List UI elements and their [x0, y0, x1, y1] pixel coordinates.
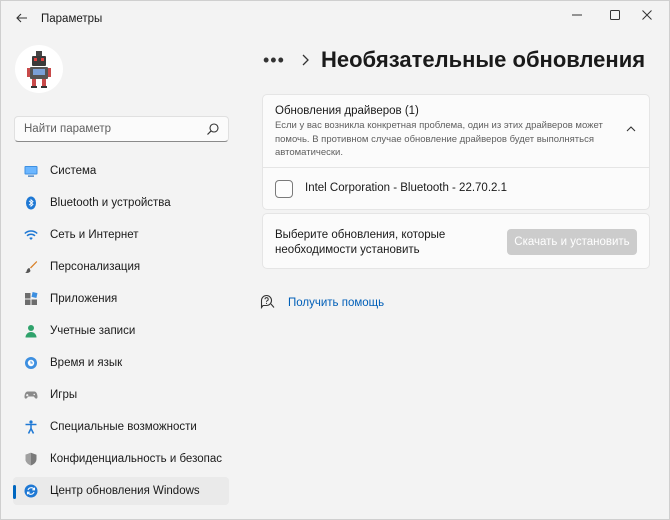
sidebar-item-label: Персонализация [50, 261, 141, 273]
sidebar-item-label: Сеть и Интернет [50, 229, 139, 241]
sidebar-item-privacy[interactable]: Конфиденциальность и безопас [13, 445, 229, 473]
minimize-button[interactable] [557, 5, 597, 25]
minimize-icon [572, 14, 582, 16]
sidebar-item-label: Учетные записи [50, 325, 136, 337]
close-button[interactable] [627, 5, 667, 25]
download-install-button[interactable]: Скачать и установить [507, 229, 637, 255]
search-placeholder: Найти параметр [24, 123, 112, 135]
shield-icon [25, 452, 37, 466]
back-button[interactable] [11, 8, 33, 28]
driver-name: Intel Corporation - Bluetooth - 22.70.2.… [305, 182, 508, 194]
system-icon [24, 166, 38, 177]
install-updates-card: Выберите обновления, которые необходимос… [262, 213, 650, 269]
driver-updates-card: Обновления драйверов (1) Если у вас возн… [262, 94, 650, 210]
bluetooth-icon [26, 196, 36, 210]
robot-avatar-icon [27, 51, 51, 88]
chevron-right-icon [302, 54, 309, 66]
sidebar-item-accessibility[interactable]: Специальные возможности [13, 413, 229, 441]
sidebar-item-label: Время и язык [50, 357, 123, 369]
get-help-link-text: Получить помощь [288, 297, 385, 309]
accessibility-icon [25, 420, 37, 434]
update-icon [24, 484, 38, 498]
back-arrow-icon [16, 13, 27, 23]
help-chat-icon [260, 294, 275, 310]
sidebar-item-windows-update[interactable]: Центр обновления Windows [13, 477, 229, 505]
sidebar-item-label: Приложения [50, 293, 118, 305]
globe-icon [25, 357, 37, 369]
install-prompt-text: Выберите обновления, которые необходимос… [275, 229, 446, 256]
driver-updates-title: Обновления драйверов (1) [275, 105, 419, 117]
sidebar-item-label: Bluetooth и устройства [50, 197, 171, 209]
maximize-icon [610, 10, 620, 20]
sidebar-item-label: Центр обновления Windows [50, 485, 200, 497]
sidebar-item-label: Специальные возможности [50, 421, 197, 433]
search-input[interactable]: Найти параметр [14, 116, 229, 142]
chevron-up-icon[interactable] [625, 123, 637, 135]
sidebar-item-system[interactable]: Система [13, 157, 229, 185]
search-icon [207, 123, 219, 135]
sidebar-item-label: Система [50, 165, 97, 177]
settings-window: Параметры Найти параметр Система Bluetoo… [0, 0, 670, 520]
sidebar-item-personalization[interactable]: Персонализация [13, 253, 229, 281]
breadcrumb-more-button[interactable]: ••• [263, 50, 285, 71]
account-icon [25, 325, 37, 338]
driver-updates-header[interactable]: Обновления драйверов (1) Если у вас возн… [263, 95, 649, 168]
sidebar-item-time-language[interactable]: Время и язык [13, 349, 229, 377]
gamepad-icon [24, 391, 38, 399]
close-icon [642, 10, 652, 20]
sidebar-item-label: Игры [50, 389, 78, 401]
sidebar-item-gaming[interactable]: Игры [13, 381, 229, 409]
brush-icon [25, 261, 38, 273]
title-bar: Параметры [1, 1, 669, 35]
user-avatar[interactable] [15, 45, 63, 93]
sidebar-item-label: Конфиденциальность и безопас [50, 453, 222, 465]
sidebar-item-accounts[interactable]: Учетные записи [13, 317, 229, 345]
sidebar-item-apps[interactable]: Приложения [13, 285, 229, 313]
sidebar-nav: Система Bluetooth и устройства Сеть и Ин… [13, 157, 229, 509]
apps-icon [25, 292, 38, 305]
window-title: Параметры [41, 13, 103, 25]
wifi-icon [24, 230, 38, 240]
driver-updates-description: Если у вас возникла конкретная проблема,… [275, 120, 603, 158]
driver-update-item[interactable]: Intel Corporation - Bluetooth - 22.70.2.… [263, 168, 649, 210]
sidebar-item-bluetooth[interactable]: Bluetooth и устройства [13, 189, 229, 217]
sidebar-item-network[interactable]: Сеть и Интернет [13, 221, 229, 249]
page-title: Необязательные обновления [321, 47, 646, 72]
driver-checkbox[interactable] [275, 180, 293, 198]
